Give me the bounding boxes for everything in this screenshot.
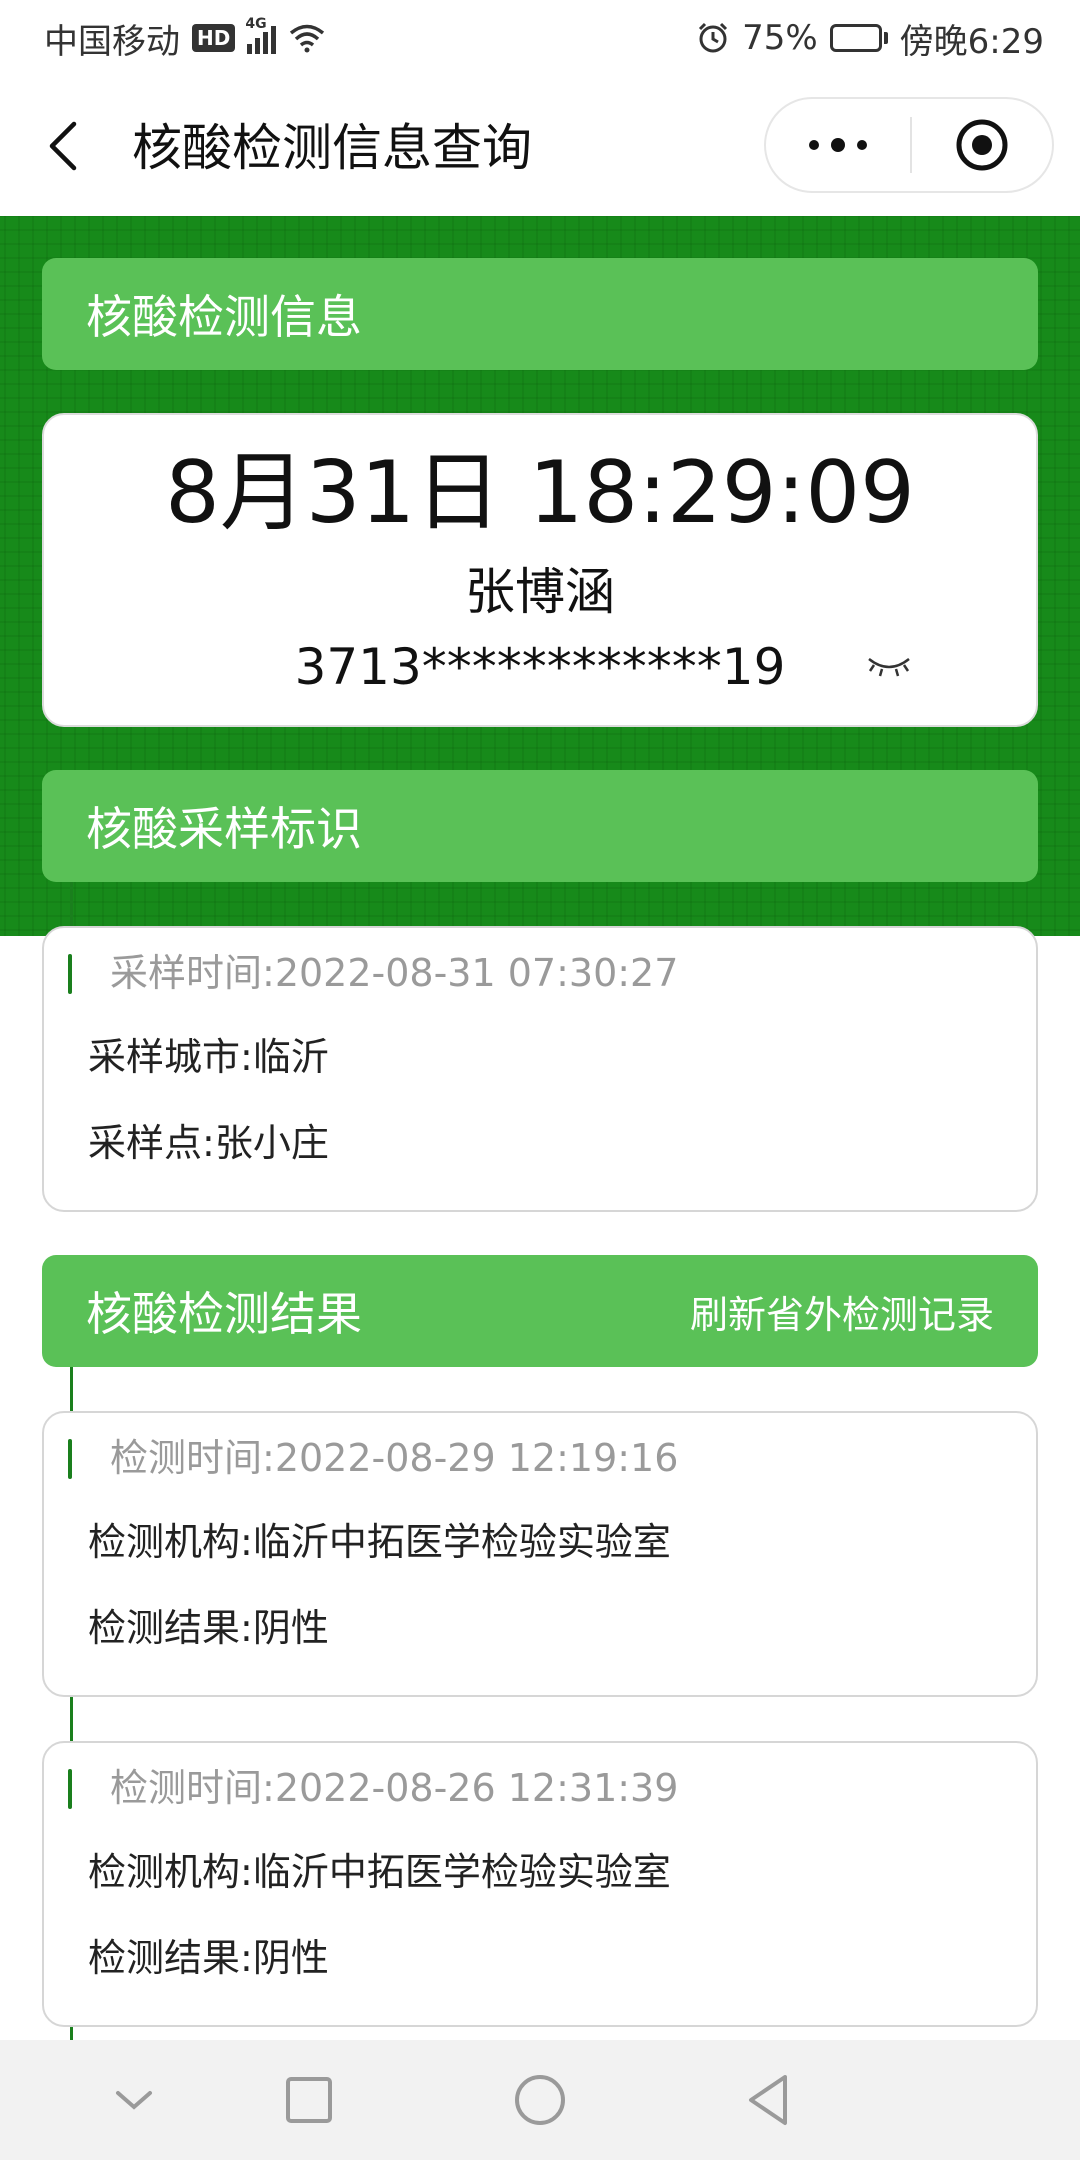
sampling-site-row: 采样点:张小庄: [88, 1118, 329, 1168]
sampling-city-value: 临沂: [252, 1035, 329, 1079]
chevron-down-icon[interactable]: [102, 2068, 166, 2132]
test-result-value: 阴性: [252, 1606, 329, 1650]
sampling-time-value: 2022-08-31 07:30:27: [274, 951, 679, 995]
sampling-site-label: 采样点:: [88, 1121, 215, 1165]
signal-icon: 4G: [245, 16, 277, 54]
sampling-city-row: 采样城市:临沂: [88, 1032, 329, 1082]
test-time-row: 检测时间:2022-08-26 12:31:39: [110, 1763, 678, 1813]
results-section-title: 核酸检测结果: [86, 1287, 362, 1341]
result-record-card: 检测时间:2022-08-26 12:31:39 检测机构:临沂中拓医学检验实验…: [42, 1741, 1038, 2027]
clock-time: 傍晚6:29: [899, 21, 1044, 62]
status-right: 75% 傍晚6:29: [696, 14, 1044, 63]
hd-badge: HD: [192, 24, 236, 52]
triangle-back-icon[interactable]: [736, 2068, 800, 2132]
timeline-line: [70, 882, 73, 926]
test-result-row: 检测结果:阴性: [88, 1933, 329, 1983]
battery-percent: 75%: [742, 18, 818, 58]
wifi-icon: [288, 23, 326, 53]
alarm-clock-icon: [696, 21, 730, 55]
test-time-label: 检测时间:: [110, 1766, 275, 1810]
nav-bar: 核酸检测信息查询: [0, 76, 1080, 216]
system-nav-bar: [0, 2040, 1080, 2160]
timeline-line: [70, 2027, 73, 2040]
eye-closed-icon[interactable]: [866, 651, 912, 681]
test-result-label: 检测结果:: [88, 1606, 253, 1650]
timeline-marker: [68, 1439, 72, 1479]
sampling-card: 采样时间:2022-08-31 07:30:27 采样城市:临沂 采样点:张小庄: [42, 926, 1038, 1212]
square-icon[interactable]: [277, 2068, 341, 2132]
identity-card: 8月31日 18:29:09 张博涵 3713************19: [42, 413, 1038, 727]
back-arrow-icon[interactable]: [44, 116, 84, 176]
sampling-time-label: 采样时间:: [110, 951, 275, 995]
test-org-label: 检测机构:: [88, 1520, 253, 1564]
test-result-row: 检测结果:阴性: [88, 1603, 329, 1653]
network-type-label: 4G: [245, 16, 267, 32]
test-time-label: 检测时间:: [110, 1436, 275, 1480]
test-org-value: 临沂中拓医学检验实验室: [252, 1850, 671, 1894]
timeline-line: [70, 1367, 73, 1411]
test-time-value: 2022-08-26 12:31:39: [274, 1766, 679, 1810]
info-section-header: 核酸检测信息: [42, 258, 1038, 370]
current-datetime: 8月31日 18:29:09: [165, 443, 915, 543]
miniprogram-capsule: [764, 97, 1054, 193]
test-org-value: 临沂中拓医学检验实验室: [252, 1520, 671, 1564]
refresh-out-of-province-button[interactable]: 刷新省外检测记录: [690, 1284, 994, 1339]
test-org-row: 检测机构:临沂中拓医学检验实验室: [88, 1517, 671, 1567]
sampling-section-title: 核酸采样标识: [86, 802, 362, 856]
page-title: 核酸检测信息查询: [132, 119, 532, 177]
more-dots-icon[interactable]: [766, 99, 910, 191]
status-bar: 中国移动 HD 4G 75% 傍晚6:29: [0, 0, 1080, 76]
timeline-marker: [68, 1769, 72, 1809]
sampling-section-header: 核酸采样标识: [42, 770, 1038, 882]
carrier-name: 中国移动: [44, 21, 180, 62]
sampling-site-value: 张小庄: [214, 1121, 329, 1165]
target-circle-icon[interactable]: [912, 99, 1052, 191]
test-result-label: 检测结果:: [88, 1936, 253, 1980]
timeline-marker: [68, 954, 72, 994]
info-section-title: 核酸检测信息: [86, 290, 362, 344]
sampling-city-label: 采样城市:: [88, 1035, 253, 1079]
test-time-row: 检测时间:2022-08-29 12:19:16: [110, 1433, 678, 1483]
timeline-line: [70, 1697, 73, 1741]
test-org-row: 检测机构:临沂中拓医学检验实验室: [88, 1847, 671, 1897]
person-name: 张博涵: [465, 563, 615, 621]
test-result-value: 阴性: [252, 1936, 329, 1980]
status-left: 中国移动 HD 4G: [44, 14, 326, 63]
test-time-value: 2022-08-29 12:19:16: [274, 1436, 679, 1480]
result-record-card: 检测时间:2022-08-29 12:19:16 检测机构:临沂中拓医学检验实验…: [42, 1411, 1038, 1697]
sampling-time-row: 采样时间:2022-08-31 07:30:27: [110, 948, 678, 998]
circle-icon[interactable]: [508, 2068, 572, 2132]
test-org-label: 检测机构:: [88, 1850, 253, 1894]
screen: 中国移动 HD 4G 75% 傍晚6:29 核酸检测信息查询 核酸检测信息 8月…: [0, 0, 1080, 2160]
battery-icon: [829, 24, 888, 52]
results-section-header: 核酸检测结果 刷新省外检测记录: [42, 1255, 1038, 1367]
